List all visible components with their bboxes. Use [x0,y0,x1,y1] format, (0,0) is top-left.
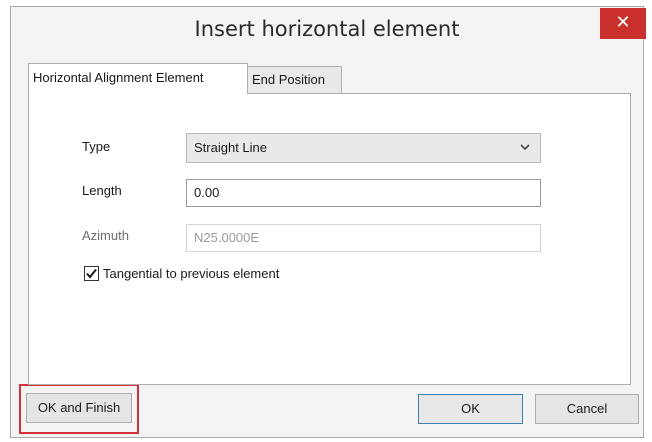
type-label: Type [82,139,111,154]
tab-end-position[interactable]: End Position [247,66,342,93]
close-button[interactable]: ✕ [600,8,646,39]
length-label: Length [82,183,122,198]
tangential-checkbox[interactable] [84,266,99,281]
close-icon: ✕ [615,12,631,33]
insert-horizontal-element-dialog: Insert horizontal element ✕ Horizontal A… [10,6,646,438]
azimuth-input: N25.0000E [186,224,541,252]
tab-horizontal-alignment-element[interactable]: Horizontal Alignment Element [28,63,248,94]
type-select[interactable]: Straight Line [186,133,541,163]
tab-panel: Type Straight Line Length 0.00 Azimuth N… [28,93,631,385]
cancel-button[interactable]: Cancel [535,394,639,424]
ok-button[interactable]: OK [418,394,523,424]
azimuth-label: Azimuth [82,228,129,243]
highlight-box [19,384,139,434]
dialog-title: Insert horizontal element [194,17,460,41]
length-input[interactable]: 0.00 [186,179,541,207]
chevron-down-icon [519,134,531,172]
type-select-value: Straight Line [194,140,267,155]
tangential-label[interactable]: Tangential to previous element [103,266,279,281]
checkmark-icon [86,268,97,279]
title-bar: Insert horizontal element [11,7,643,53]
